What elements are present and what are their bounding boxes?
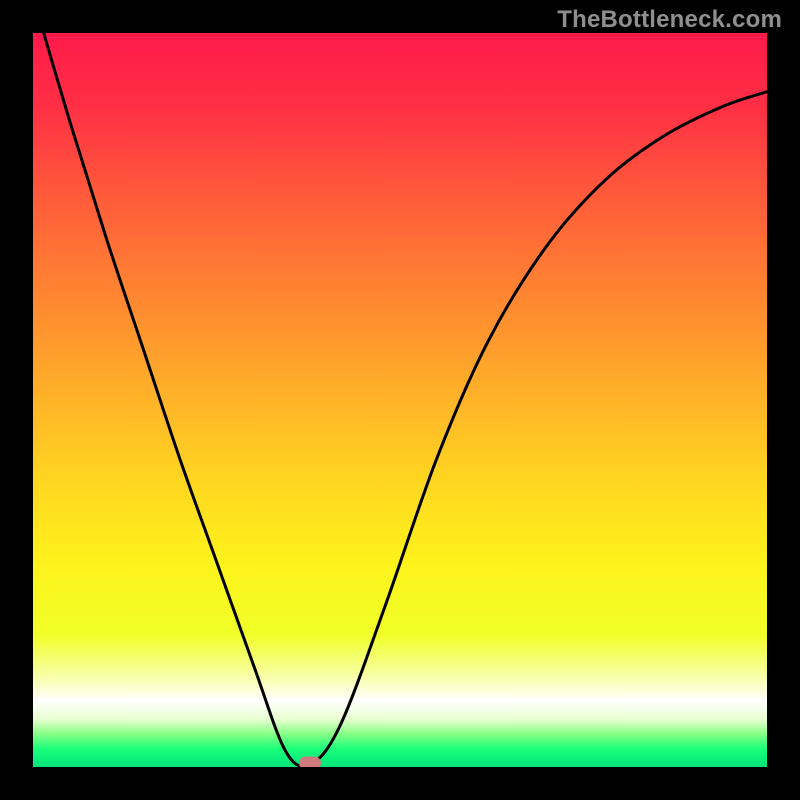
- minimum-marker: [299, 757, 321, 767]
- chart-frame: TheBottleneck.com: [0, 0, 800, 800]
- bottleneck-curve: [33, 33, 767, 767]
- watermark-text: TheBottleneck.com: [557, 6, 782, 34]
- plot-area: [33, 33, 767, 767]
